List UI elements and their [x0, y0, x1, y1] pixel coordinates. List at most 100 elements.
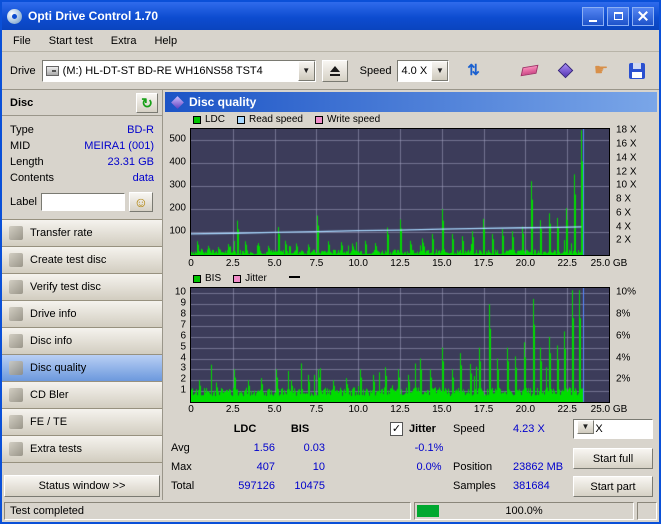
legend-item: BIS [193, 273, 221, 284]
drive-info-icon [9, 307, 23, 321]
ldc-column-header: LDC [233, 423, 257, 435]
maximize-icon [613, 12, 623, 20]
disc-quality-shortcut-button[interactable] [551, 58, 579, 84]
drive-icon [45, 65, 59, 76]
main-panel: Disc quality LDC Read speed Write speed … [163, 90, 659, 500]
drive-combobox[interactable]: (M:) HL-DT-ST BD-RE WH16NS58 TST4 ▼ [41, 59, 316, 82]
avg-bis-value: 0.03 [303, 442, 325, 454]
grab-data-button[interactable]: ☛ [587, 58, 615, 84]
disc-type-value: BD-R [127, 124, 154, 136]
gem-icon [557, 62, 573, 79]
label-write-button[interactable]: ☺ [128, 192, 153, 212]
hand-icon: ☛ [593, 61, 609, 79]
menu-item-start-test[interactable]: Start test [40, 32, 102, 50]
sidebar-item-fe-te[interactable]: FE / TE [2, 408, 162, 436]
sidebar-item-label: CD Bler [30, 389, 69, 401]
speed-combobox-arrow[interactable]: ▼ [431, 60, 449, 81]
label-field-label: Label [10, 196, 37, 208]
disc-info-fields: Type BD-R MID MEIRA1 (001) Length 23.31 … [2, 116, 162, 186]
disc-refresh-button[interactable]: ↻ [136, 93, 158, 113]
refresh-speeds-button[interactable]: ⇅ [459, 58, 487, 84]
label-input[interactable] [40, 193, 125, 211]
maximize-button[interactable] [607, 6, 629, 26]
read-speed-swatch [237, 115, 246, 124]
avg-jitter-value: -0.1% [414, 442, 444, 454]
max-ldc-value: 407 [256, 461, 275, 473]
quality-speed-select-arrow[interactable]: ▼ [577, 420, 594, 434]
legend-label: Read speed [249, 114, 303, 125]
bis-legend: BIS Jitter [193, 273, 300, 284]
drive-combobox-arrow[interactable]: ▼ [297, 60, 315, 81]
speed-stat-value: 4.23 X [513, 423, 545, 435]
ldc-legend: LDC Read speed Write speed [193, 114, 380, 125]
resize-grip[interactable] [637, 502, 657, 520]
ldc-left-axis: 500 400 300 200 100 [169, 133, 186, 237]
panel-gem-icon [171, 95, 184, 109]
disc-length-value: 23.31 GB [107, 156, 154, 168]
window-title: Opti Drive Control 1.70 [28, 9, 159, 23]
legend-label: Write speed [326, 114, 381, 125]
max-bis-value: 10 [312, 461, 325, 473]
progress-bar: 100.0% [414, 502, 634, 520]
legend-label: LDC [205, 114, 226, 125]
minimize-button[interactable] [582, 6, 604, 26]
disc-mid-row: MID MEIRA1 (001) [10, 138, 154, 154]
sidebar-item-transfer-rate[interactable]: Transfer rate [2, 219, 162, 247]
sidebar-item-label: Transfer rate [30, 227, 93, 239]
erase-disc-button[interactable] [515, 58, 543, 84]
sidebar-item-disc-info[interactable]: Disc info [2, 327, 162, 355]
sidebar-item-verify-test-disc[interactable]: Verify test disc [2, 273, 162, 301]
total-row-label: Total [171, 480, 195, 492]
menu-item-file[interactable]: File [4, 32, 40, 50]
disc-length-row: Length 23.31 GB [10, 154, 154, 170]
disc-type-label: Type [10, 124, 34, 136]
sidebar-item-label: Extra tests [30, 443, 82, 455]
close-button[interactable] [632, 6, 654, 26]
disc-panel-title: Disc [10, 96, 34, 109]
start-part-button[interactable]: Start part [573, 476, 653, 497]
sidebar-item-cd-bler[interactable]: CD Bler [2, 381, 162, 409]
disc-contents-value[interactable]: data [133, 170, 154, 186]
jitter-checkbox[interactable]: ✓ [390, 422, 403, 436]
close-icon [638, 11, 648, 21]
jitter-swatch [233, 274, 242, 283]
window-controls [579, 6, 654, 26]
sidebar-item-create-test-disc[interactable]: Create test disc [2, 246, 162, 274]
drive-label: Drive [10, 64, 36, 77]
sidebar-item-label: FE / TE [30, 416, 68, 428]
disc-mid-value: MEIRA1 (001) [84, 140, 154, 152]
max-jitter-value: 0.0% [416, 461, 442, 473]
legend-item: LDC [193, 114, 225, 125]
quality-speed-select[interactable]: 4.0 X ▼ [573, 419, 653, 439]
bis-right-axis: 10% 8% 6% 4% 2% [616, 286, 637, 385]
write-speed-swatch [314, 115, 323, 124]
menubar: File Start test Extra Help [2, 30, 659, 52]
create-test-disc-icon [9, 253, 23, 267]
eraser-icon [520, 64, 538, 77]
refresh-speeds-icon: ⇅ [467, 62, 480, 79]
speed-label: Speed [359, 64, 392, 77]
start-full-button[interactable]: Start full [573, 448, 653, 469]
sidebar-item-drive-info[interactable]: Drive info [2, 300, 162, 328]
menu-item-extra[interactable]: Extra [102, 32, 146, 50]
sidebar-item-label: Create test disc [30, 254, 107, 266]
page-title: Disc quality [189, 95, 257, 109]
drive-combobox-value: (M:) HL-DT-ST BD-RE WH16NS58 TST4 [62, 64, 263, 77]
speed-combobox[interactable]: 4.0 X ▼ [397, 59, 450, 82]
minimize-icon [589, 19, 597, 22]
refresh-icon: ↻ [141, 95, 153, 111]
sidebar-item-disc-quality[interactable]: Disc quality [2, 354, 162, 382]
speed-combobox-value: 4.0 X [401, 64, 428, 77]
disc-mid-label: MID [10, 140, 31, 152]
status-window-button[interactable]: Status window >> [4, 475, 160, 497]
eject-button[interactable] [321, 59, 348, 82]
bis-left-axis: 10 9 8 7 6 5 4 3 2 1 [174, 286, 186, 396]
menu-item-help[interactable]: Help [145, 32, 186, 50]
position-stat-label: Position [453, 461, 493, 473]
sidebar-item-label: Disc info [30, 335, 73, 347]
avg-ldc-value: 1.56 [253, 442, 275, 454]
save-button[interactable] [623, 58, 651, 84]
titlebar: Opti Drive Control 1.70 [2, 2, 659, 30]
statusbar: Test completed 100.0% [2, 500, 659, 522]
sidebar-item-extra-tests[interactable]: Extra tests [2, 435, 162, 463]
